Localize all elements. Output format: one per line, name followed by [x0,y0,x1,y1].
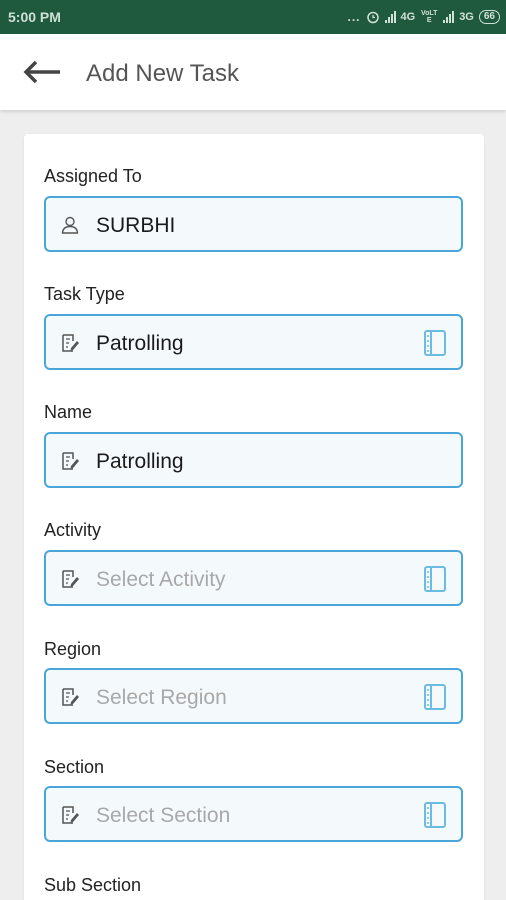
assigned-to-label: Assigned To [44,166,142,186]
signal-icon-2 [443,11,455,23]
name-value: Patrolling [96,450,184,473]
app-bar: Add New Task [0,34,506,110]
book-picker-icon [424,566,446,592]
section-field[interactable]: Select Section [44,786,463,842]
sub-section-label: Sub Section [44,875,142,895]
volte-badge: VoLTE [420,10,438,24]
task-type-label: Task Type [44,284,125,304]
book-picker-icon [424,684,446,710]
activity-placeholder: Select Activity [96,568,226,591]
back-button[interactable] [22,58,66,86]
section-label: Section [44,757,105,777]
name-label: Name [44,402,93,422]
assigned-to-field[interactable]: SURBHI [44,196,463,252]
battery-icon: 66 [478,10,500,24]
page-title: Add New Task [86,60,239,87]
edit-note-icon [62,570,79,588]
edit-note-icon [62,452,79,470]
network-type-1: 4G [400,11,416,23]
signal-icon [384,11,396,23]
book-picker-icon [424,330,446,356]
back-arrow-icon [23,60,60,84]
edit-note-icon [62,806,79,824]
edit-note-icon [62,688,79,706]
activity-field[interactable]: Select Activity [44,550,463,606]
alarm-icon [366,11,379,24]
notification-dots: ... [347,10,361,24]
task-type-value: Patrolling [96,332,184,355]
book-picker-icon [424,802,446,828]
region-field[interactable]: Select Region [44,668,463,724]
status-bar: 5:00 PM ... 4G VoLTE 3G 66 [0,0,506,34]
name-field[interactable]: Patrolling [44,432,463,488]
assigned-to-value: SURBHI [96,214,176,237]
region-label: Region [44,639,102,659]
region-placeholder: Select Region [96,686,227,709]
task-type-field[interactable]: Patrolling [44,314,463,370]
section-placeholder: Select Section [96,804,231,827]
edit-note-icon [62,334,79,352]
status-indicators: ... 4G VoLTE 3G 66 [347,8,500,26]
status-time: 5:00 PM [8,9,61,25]
network-type-2: 3G [459,11,474,23]
activity-label: Activity [44,520,102,540]
user-icon [61,216,79,234]
